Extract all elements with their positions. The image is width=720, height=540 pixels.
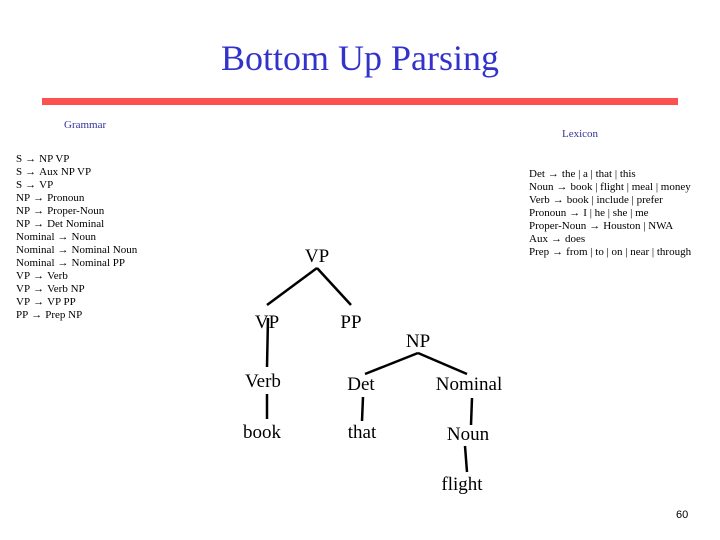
parse-tree: VP VP PP NP Verb Det Nominal book that N… [243, 246, 503, 495]
node-book: book [243, 422, 282, 443]
node-nominal: Nominal [436, 374, 503, 395]
page-number: 60 [676, 509, 689, 521]
edge-np-to-det [364, 351, 419, 376]
node-pp: PP [340, 312, 361, 333]
node-np: NP [406, 331, 430, 352]
node-that: that [348, 422, 377, 443]
node-det: Det [347, 374, 375, 395]
edge-vp-top-to-pp [316, 267, 352, 306]
node-flight: flight [441, 474, 483, 495]
node-vp-root: VP [305, 246, 329, 267]
node-vp-left: VP [255, 312, 279, 333]
edge-noun-to-flight [463, 445, 469, 473]
edge-vp-top-to-vp-left [266, 266, 318, 307]
edge-np-to-nominal [417, 351, 468, 376]
edge-nominal-to-noun [469, 397, 474, 426]
edge-det-to-that [360, 396, 365, 422]
node-noun: Noun [447, 424, 490, 445]
node-verb: Verb [245, 371, 281, 392]
